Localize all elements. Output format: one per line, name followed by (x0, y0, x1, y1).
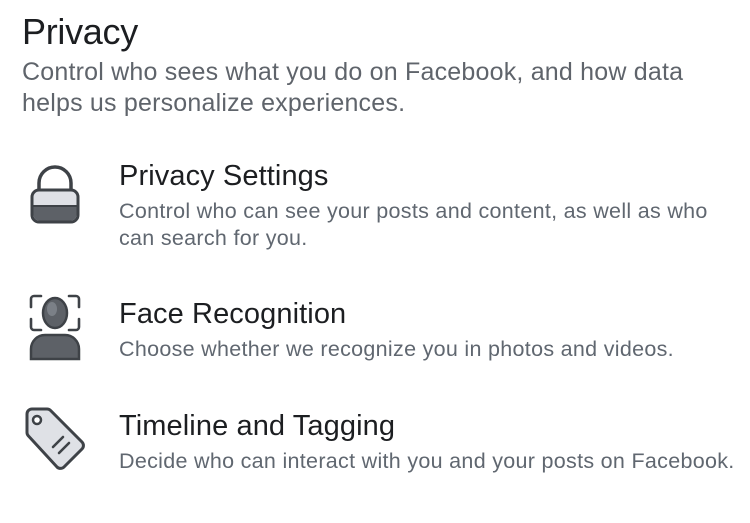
tag-icon (22, 405, 88, 477)
face-recognition-title: Face Recognition (119, 298, 347, 330)
privacy-settings-title: Privacy Settings (119, 160, 329, 192)
face-recognition-description: Choose whether we recognize you in photo… (119, 337, 674, 361)
timeline-tagging-item[interactable]: Timeline and Tagging Decide who can inte… (0, 405, 750, 505)
face-recognition-icon (22, 293, 88, 365)
privacy-settings-item[interactable]: Privacy Settings Control who can see you… (0, 155, 750, 255)
face-recognition-item[interactable]: Face Recognition Choose whether we recog… (0, 293, 750, 373)
page-description: Control who sees what you do on Facebook… (22, 58, 684, 117)
timeline-tagging-description: Decide who can interact with you and you… (119, 449, 735, 473)
lock-icon (22, 159, 88, 231)
page-title: Privacy (22, 11, 138, 52)
privacy-settings-description: Control who can see your posts and conte… (119, 199, 708, 250)
timeline-tagging-title: Timeline and Tagging (119, 410, 396, 442)
